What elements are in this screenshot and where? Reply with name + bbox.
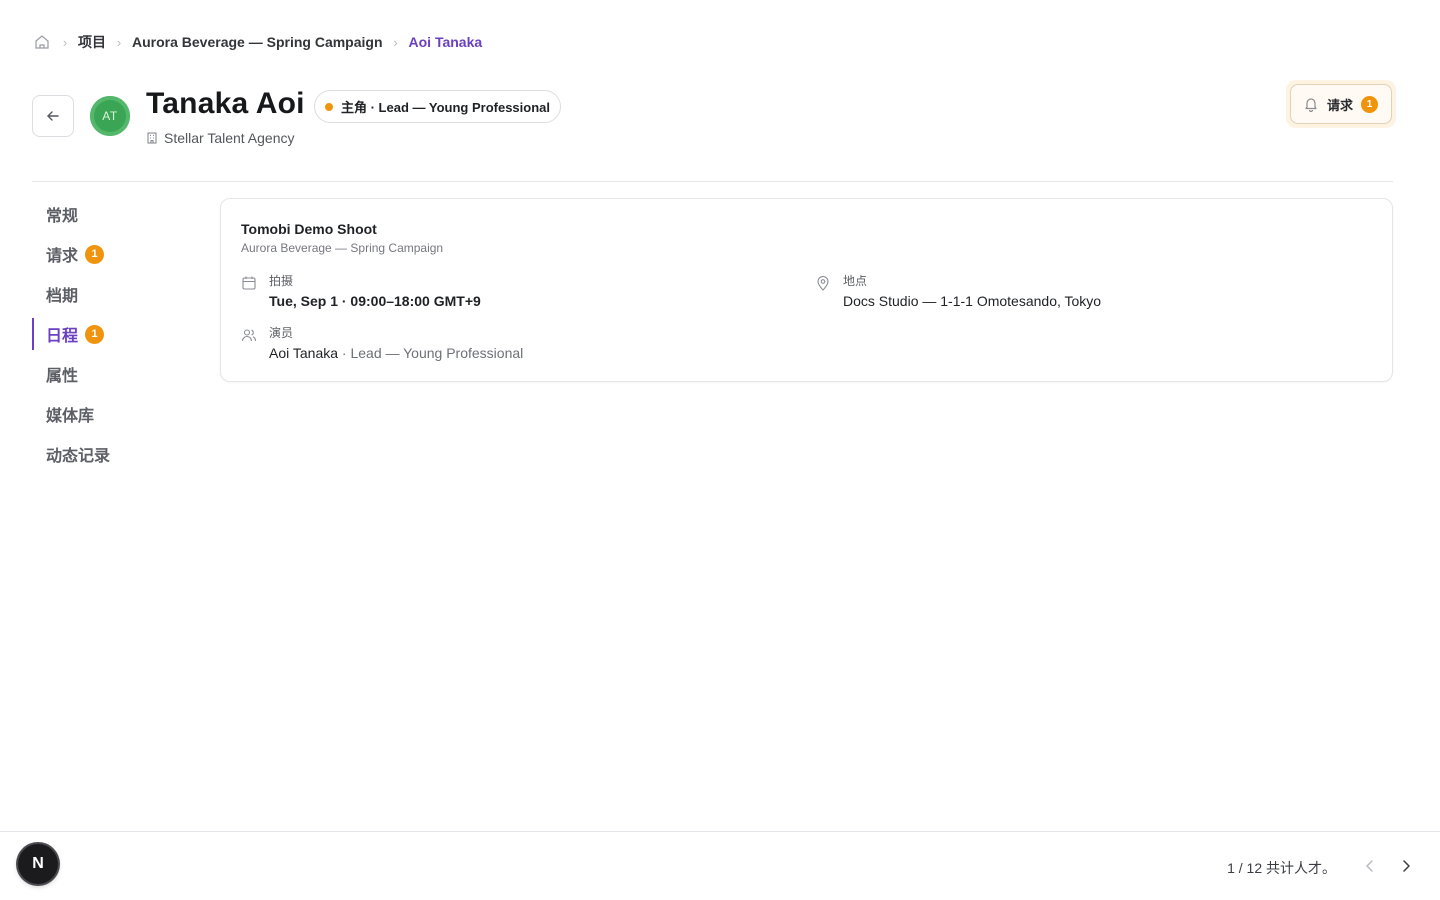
nav-item-label: 请求 bbox=[46, 248, 79, 265]
nav-item-label: 动态记录 bbox=[46, 448, 111, 465]
shoot-label: 拍摄 bbox=[269, 274, 294, 288]
avatar: AT bbox=[90, 96, 130, 136]
calendar-icon bbox=[241, 273, 269, 311]
cast-label: 演员 bbox=[269, 326, 294, 340]
cast-field: 演员 Aoi Tanaka · Lead — Young Professiona… bbox=[241, 325, 523, 363]
location-value: Docs Studio — 1-1-1 Omotesando, Tokyo bbox=[843, 293, 1102, 309]
location-label: 地点 bbox=[843, 274, 868, 288]
breadcrumb-item-project[interactable]: Aurora Beverage — Spring Campaign bbox=[132, 34, 383, 50]
chevron-left-icon[interactable] bbox=[1358, 854, 1382, 878]
chevron-right-icon: › bbox=[393, 34, 398, 50]
pager-text: 1 / 12 共计人才。 bbox=[1227, 860, 1336, 876]
nav-item-schedule[interactable]: 日程 1 bbox=[32, 314, 202, 354]
chevron-right-icon: › bbox=[116, 34, 122, 50]
nav-item-media[interactable]: 媒体库 bbox=[32, 394, 202, 434]
home-icon[interactable] bbox=[32, 32, 52, 52]
shoot-value: Tue, Sep 1 · 09:00–18:00 GMT+9 bbox=[269, 293, 481, 309]
divider bbox=[32, 181, 1393, 182]
requests-button-wrap: 请求 1 bbox=[1286, 80, 1396, 128]
nav-item-label: 日程 bbox=[46, 328, 79, 345]
agency: Stellar Talent Agency bbox=[146, 130, 295, 146]
card-title: Tomobi Demo Shoot bbox=[241, 221, 377, 237]
nav-item-label: 媒体库 bbox=[46, 408, 95, 425]
nav-item-label: 常规 bbox=[46, 208, 79, 225]
role-badge-label: 主角 · Lead — Young Professional bbox=[341, 100, 550, 115]
cast-role: · Lead — Young Professional bbox=[338, 345, 524, 361]
chevron-right-icon: › bbox=[62, 34, 68, 50]
status-dot bbox=[325, 102, 333, 111]
map-pin-icon bbox=[815, 273, 843, 311]
requests-button-label: 请求 bbox=[1327, 97, 1354, 113]
location-field: 地点 Docs Studio — 1-1-1 Omotesando, Tokyo bbox=[815, 273, 1101, 311]
cast-name: Aoi Tanaka bbox=[269, 345, 339, 361]
footer: N 1 / 12 共计人才。 bbox=[0, 831, 1440, 900]
nav-item-attributes[interactable]: 属性 bbox=[32, 354, 202, 394]
building-icon bbox=[146, 132, 158, 144]
count-badge: 1 bbox=[85, 244, 105, 264]
agency-name: Stellar Talent Agency bbox=[164, 130, 295, 146]
role-badge: 主角 · Lead — Young Professional bbox=[314, 90, 561, 123]
cast-value: Aoi Tanaka · Lead — Young Professional bbox=[269, 343, 523, 363]
nav-item-general[interactable]: 常规 bbox=[32, 194, 202, 234]
nav-item-availability[interactable]: 档期 bbox=[32, 274, 202, 314]
breadcrumb-item-projects[interactable]: 项目 bbox=[78, 32, 106, 52]
nav-item-requests[interactable]: 请求 1 bbox=[32, 234, 202, 274]
arrow-left-icon bbox=[47, 111, 59, 121]
schedule-card[interactable]: Tomobi Demo Shoot Aurora Beverage — Spri… bbox=[220, 198, 1393, 382]
page-title: Tanaka Aoi bbox=[146, 87, 305, 120]
chevron-right-icon[interactable] bbox=[1394, 854, 1418, 878]
count-badge: 1 bbox=[85, 324, 105, 344]
count-badge: 1 bbox=[1361, 95, 1379, 113]
requests-button[interactable]: 请求 1 bbox=[1290, 84, 1392, 124]
users-icon bbox=[241, 325, 269, 363]
bell-icon bbox=[1303, 96, 1319, 112]
nav-item-activity[interactable]: 动态记录 bbox=[32, 434, 202, 474]
shoot-field: 拍摄 Tue, Sep 1 · 09:00–18:00 GMT+9 bbox=[241, 273, 481, 311]
nav-item-label: 属性 bbox=[46, 368, 79, 385]
side-nav: 常规 请求 1 档期 日程 1 属性 媒体库 动态记录 bbox=[32, 194, 202, 474]
card-subtitle: Aurora Beverage — Spring Campaign bbox=[241, 241, 444, 255]
nav-item-label: 档期 bbox=[46, 288, 79, 305]
app-logo[interactable]: N bbox=[18, 844, 58, 884]
breadcrumb-item-current: Aoi Tanaka bbox=[408, 34, 483, 50]
breadcrumb: › 项目 › Aurora Beverage — Spring Campaign… bbox=[32, 30, 482, 54]
back-button[interactable] bbox=[32, 95, 74, 137]
